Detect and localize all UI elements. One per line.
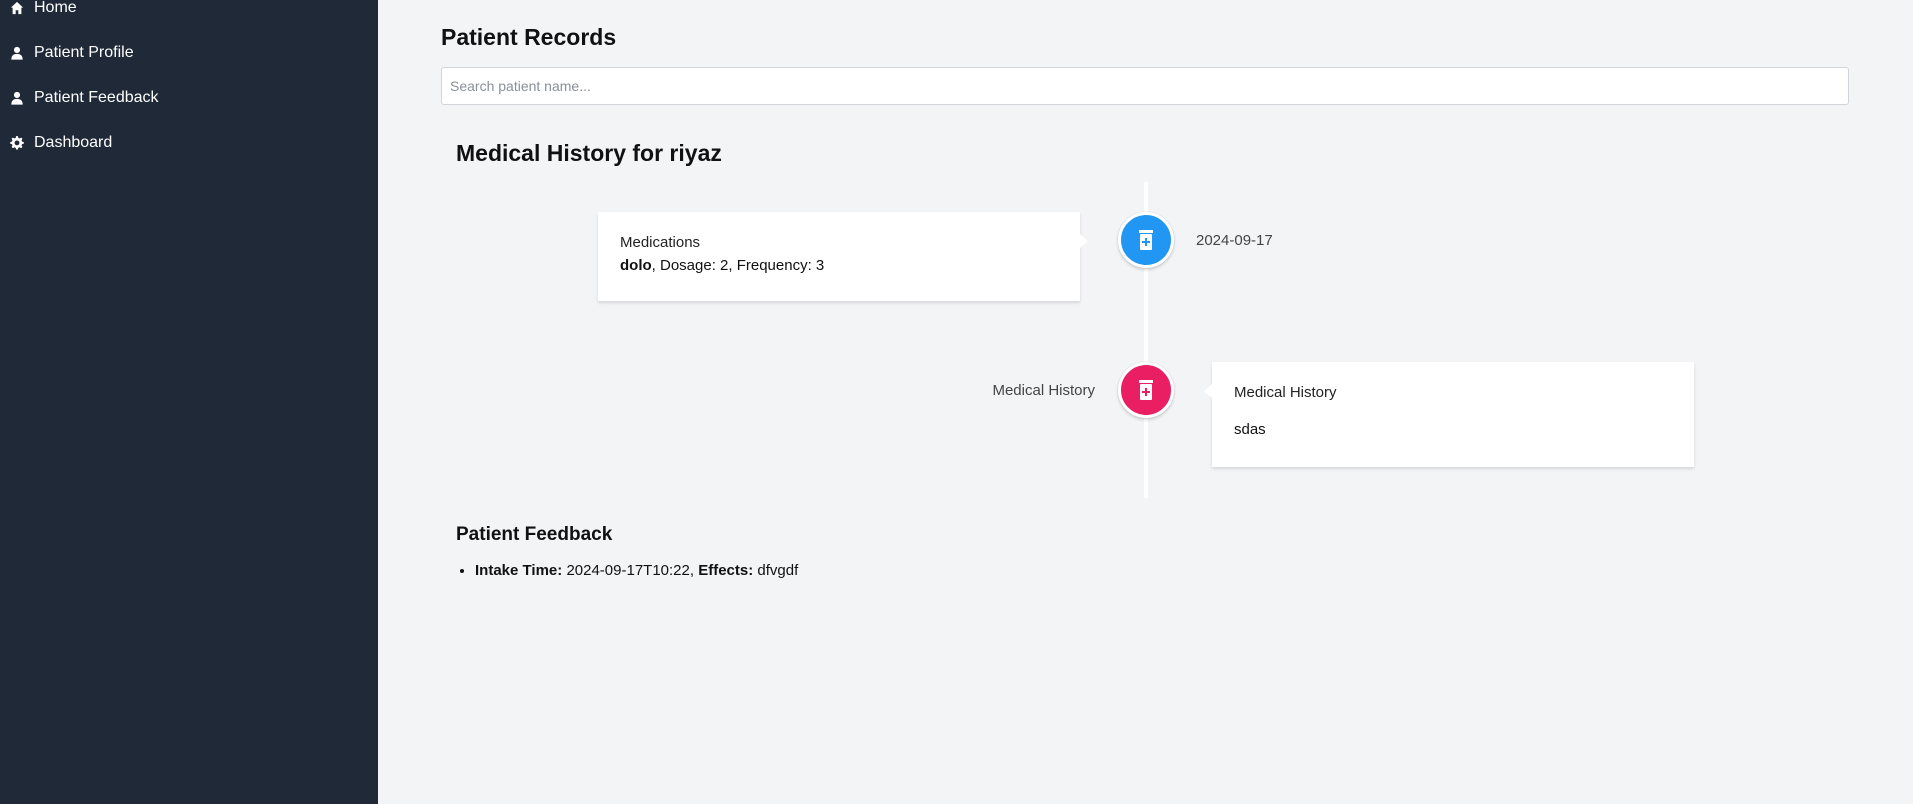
sidebar-item-patient-profile[interactable]: Patient Profile [10,44,134,62]
sidebar-item-home[interactable]: Home [10,0,77,17]
card-heading: Medications [620,234,701,251]
intake-time-value: 2024-09-17T10:22, [566,562,695,579]
intake-time-label: Intake Time: [475,562,563,579]
prescription-bottle-icon [1118,212,1174,268]
sidebar-item-label: Dashboard [34,134,113,151]
sidebar-item-label: Home [34,0,77,16]
sidebar-item-label: Patient Profile [34,44,134,61]
user-icon [10,46,24,60]
effects-value: dfvgdf [757,562,799,579]
effects-label: Effects: [698,562,754,579]
search-input[interactable] [441,67,1849,105]
gear-icon [10,136,24,150]
page-title: Patient Records [441,24,617,50]
home-icon [10,1,24,15]
main-content: Patient Records Medical History for riya… [378,0,1913,804]
feedback-list: Intake Time: 2024-09-17T10:22, Effects: … [456,562,798,579]
sidebar-item-label: Patient Feedback [34,89,159,106]
patient-feedback-title: Patient Feedback [456,524,613,545]
list-item: Intake Time: 2024-09-17T10:22, Effects: … [475,562,798,579]
medical-history-title: Medical History for riyaz [456,140,722,166]
sidebar-item-dashboard[interactable]: Dashboard [10,134,112,152]
medication-name: dolo [620,257,652,274]
card-heading: Medical History [1234,384,1337,401]
sidebar-item-patient-feedback[interactable]: Patient Feedback [10,89,159,107]
user-icon [10,91,24,105]
timeline-card-medications: Medications dolo, Dosage: 2, Frequency: … [598,212,1088,301]
timeline-date: 2024-09-17 [1196,232,1273,249]
medication-dosage: , Dosage: 2, Frequency: 3 [651,257,825,274]
sidebar: Home Patient Profile Patient Feedback Da… [0,0,378,804]
timeline-card-medical-history: Medical History sdas [1204,362,1694,467]
prescription-bottle-icon [1118,362,1174,418]
timeline-date: Medical History [992,382,1095,399]
medication-detail: dolo, Dosage: 2, Frequency: 3 [620,257,1058,274]
medical-history-text: sdas [1234,421,1266,438]
